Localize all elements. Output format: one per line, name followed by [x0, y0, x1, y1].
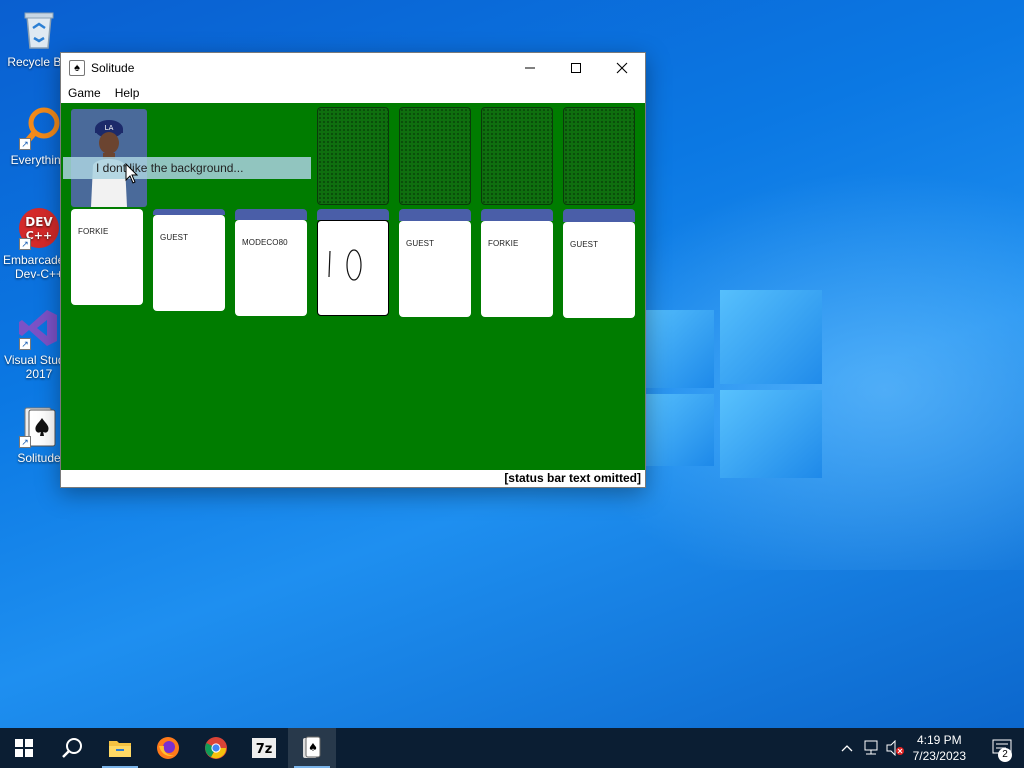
taskbar-chrome[interactable] [192, 728, 240, 768]
cards-icon: ↗ [17, 404, 61, 448]
close-icon [616, 62, 628, 74]
tableau-column[interactable]: GUEST [399, 209, 471, 317]
handwritten-ten [328, 249, 362, 281]
file-explorer-icon [109, 741, 131, 757]
shortcut-arrow-icon: ↗ [19, 436, 31, 448]
title-bar[interactable]: ♠ Solitude [61, 53, 645, 83]
minimize-icon [525, 67, 535, 69]
network-icon [864, 740, 878, 755]
shortcut-arrow-icon: ↗ [19, 238, 31, 250]
tableau-card-label: FORKIE [488, 239, 519, 248]
svg-text:♠: ♠ [308, 741, 318, 754]
tableau-column[interactable]: FORKIE [71, 209, 143, 305]
taskbar-solitude[interactable]: ♠ [288, 728, 336, 768]
system-tray: 4:19 PM 7/23/2023 2 [835, 728, 1024, 768]
start-button[interactable] [0, 728, 48, 768]
volume-muted-icon [886, 740, 904, 756]
search-button[interactable] [48, 728, 96, 768]
solitude-window[interactable]: ♠ Solitude Game Help LA FORKIE GUEST MOD… [60, 52, 646, 488]
status-bar: [status bar text omitted] [61, 470, 645, 487]
dev-cpp-icon: DEV C++ ↗ [17, 206, 61, 250]
tableau-card[interactable]: MODECO80 [235, 220, 307, 316]
tableau-card-label: MODECO80 [242, 238, 288, 247]
clock-time: 4:19 PM [916, 733, 962, 747]
app-cards-icon: ♠ [69, 60, 85, 76]
svg-text:LA: LA [105, 124, 114, 132]
svg-text:DEV: DEV [25, 215, 53, 229]
clock-date: 7/23/2023 [912, 749, 966, 763]
card-back[interactable] [235, 209, 307, 220]
windows-start-icon [15, 739, 33, 757]
firefox-icon [157, 737, 179, 759]
card-back[interactable] [399, 209, 471, 221]
taskbar-7zip[interactable]: 7z [240, 728, 288, 768]
notification-count-badge: 2 [998, 748, 1012, 762]
taskbar: 7z ♠ 4:19 PM 7/23/2023 2 [0, 728, 1024, 768]
visual-studio-icon: ↗ [17, 306, 61, 350]
magnifier-icon: ↗ [17, 106, 61, 150]
solitude-icon: ♠ [303, 736, 321, 758]
maximize-button[interactable] [553, 53, 599, 83]
tableau-card-label: GUEST [570, 240, 599, 249]
show-hidden-icons-button[interactable] [835, 728, 859, 768]
card-back[interactable] [563, 209, 635, 222]
tableau-card-label: GUEST [406, 239, 435, 248]
foundation-slot[interactable] [317, 107, 389, 205]
volume-button[interactable] [883, 728, 907, 768]
tableau-card[interactable]: GUEST [399, 221, 471, 317]
tableau-card[interactable]: FORKIE [71, 209, 143, 305]
taskbar-file-explorer[interactable] [96, 728, 144, 768]
tableau-column[interactable]: 10 [317, 209, 389, 316]
card-back[interactable] [481, 209, 553, 221]
shortcut-arrow-icon: ↗ [19, 138, 31, 150]
action-center-button[interactable]: 2 [980, 728, 1024, 768]
taskbar-firefox[interactable] [144, 728, 192, 768]
search-icon [62, 738, 82, 758]
minimize-button[interactable] [507, 53, 553, 83]
mouse-cursor-icon [125, 163, 139, 184]
maximize-icon [571, 63, 581, 73]
foundation-slot[interactable] [481, 107, 553, 205]
menu-help[interactable]: Help [108, 86, 147, 100]
menu-game[interactable]: Game [61, 86, 108, 100]
tableau-card-label: GUEST [160, 233, 189, 242]
shortcut-arrow-icon: ↗ [19, 338, 31, 350]
windows-logo-wallpaper [640, 290, 822, 480]
tableau-column[interactable]: FORKIE [481, 209, 553, 317]
tableau-column[interactable]: GUEST [563, 209, 635, 318]
close-button[interactable] [599, 53, 645, 83]
tableau-column[interactable]: MODECO80 [235, 209, 307, 316]
svg-text:7z: 7z [256, 742, 273, 757]
foundation-slot[interactable] [399, 107, 471, 205]
tooltip: I dont like the background... [63, 157, 311, 179]
card-back[interactable] [317, 209, 389, 220]
window-title: Solitude [91, 61, 135, 75]
7zip-icon: 7z [252, 738, 276, 758]
network-button[interactable] [859, 728, 883, 768]
tableau-card[interactable]: GUEST [563, 222, 635, 318]
recycle-bin-icon [17, 8, 61, 52]
foundation-slot[interactable] [563, 107, 635, 205]
chrome-icon [205, 737, 227, 759]
tableau-card[interactable]: FORKIE [481, 221, 553, 317]
menu-bar: Game Help [61, 83, 645, 103]
chevron-up-icon [841, 745, 853, 752]
tableau-card[interactable]: GUEST [153, 215, 225, 311]
tableau-card-label: FORKIE [78, 227, 109, 236]
game-board[interactable]: LA FORKIE GUEST MODECO80 10 GUEST FORKIE GUEST… [61, 103, 645, 471]
tableau-column[interactable]: GUEST [153, 209, 225, 311]
clock[interactable]: 4:19 PM 7/23/2023 [913, 732, 966, 764]
tableau-card[interactable]: 10 [317, 220, 389, 316]
